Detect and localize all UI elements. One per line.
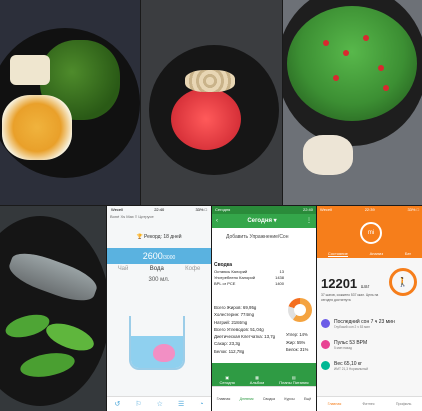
tomato-pieces <box>323 40 329 46</box>
chicken-shape <box>303 135 353 175</box>
stats-icon[interactable]: ◔ <box>199 401 203 408</box>
status-bar: Wecell 22:40 33% □ <box>107 206 211 214</box>
nav-more[interactable]: Ещё <box>304 397 311 401</box>
meal-plans-button[interactable]: ▤ Планы Питания <box>279 375 308 385</box>
food-photo-grapefruit <box>141 0 282 205</box>
nav-home[interactable]: Главная <box>328 402 342 406</box>
macro-donut-chart <box>288 298 312 322</box>
app-bar: ‹ Сегодня ▾ ⋮ <box>212 214 316 228</box>
weight-card[interactable]: Вес 65,10 кг ИМТ 21,3 Нормальный <box>321 361 417 371</box>
menu-icon[interactable]: ☰ <box>178 400 184 408</box>
walker-icon: 🚶 <box>389 268 417 296</box>
amount-value: 2600 <box>142 251 163 261</box>
sleep-text: Последний сон 7 ч 23 мин Глубокий сон 2 ч… <box>334 319 395 329</box>
weight-text: Вес 65,10 кг ИМТ 21,3 Нормальный <box>334 361 368 371</box>
album-label: Альбом <box>249 380 265 385</box>
today-button[interactable]: ▣ Сегодня <box>219 375 234 385</box>
tab-tea[interactable]: Чай <box>118 266 129 272</box>
sleep-icon <box>321 319 330 328</box>
tab-water[interactable]: Вода <box>150 266 164 272</box>
food-photo-fish-peppers <box>0 206 106 411</box>
weight-sub: ИМТ 21,3 Нормальный <box>334 367 369 371</box>
nuts-shape <box>185 70 235 92</box>
action-bar: ▣ Сегодня ▦ Альбом ▤ Планы Питания <box>212 363 316 387</box>
pulse-card[interactable]: Пульс 53 BPM 5 мин назад <box>321 340 417 350</box>
food-photo-eggs-arugula <box>0 0 140 205</box>
nav-profile[interactable]: Профиль <box>396 402 412 406</box>
meal-plans-label: Планы Питания <box>279 380 309 385</box>
nav-summary[interactable]: Сводка <box>263 397 275 401</box>
flag-icon[interactable]: ⚐ <box>135 400 141 408</box>
record-label: 🏆 Рекорд: 18 дней <box>136 234 182 240</box>
nav-fitness[interactable]: Фитнес <box>362 402 374 406</box>
battery-label: 33% □ <box>195 207 207 212</box>
list-item: BPL or PCE 1400 <box>214 281 284 287</box>
macro-percents: Углер: 14% Жир: 55% Белок: 31% <box>286 331 316 354</box>
tab-analysis[interactable]: Анализ <box>370 251 384 257</box>
tab-coffee[interactable]: Кофе <box>185 266 200 272</box>
status-tabs: Состояние Анализ Бег <box>317 251 422 257</box>
bottom-nav: ↺ ⚐ ☆ ☰ ◔ <box>107 396 211 411</box>
nav-diary[interactable]: Дневник <box>240 397 254 401</box>
step-count: 12201 шаг <box>321 276 369 291</box>
carb-percent: Углер: 14% <box>286 332 308 337</box>
water-amount: 2600/3000 <box>107 248 211 264</box>
pulse-sub: 5 мин назад <box>334 346 352 350</box>
sleep-card[interactable]: Последний сон 7 ч 23 мин Глубокий сон 2 ч… <box>321 319 417 329</box>
glass-icon[interactable] <box>129 316 185 370</box>
nav-home[interactable]: Главная <box>217 397 231 401</box>
status-bar: Сегодня 22:40 <box>212 206 316 214</box>
sleep-sub: Глубокий сон 2 ч 53 мин <box>334 325 370 329</box>
tab-status[interactable]: Состояние <box>327 251 348 257</box>
star-icon[interactable]: ☆ <box>157 400 163 408</box>
app-header: Boné Xs Max ≡ Цитрусe <box>110 214 154 219</box>
steps-value: 12201 <box>321 276 358 291</box>
status-left: Сегодня <box>215 207 231 212</box>
amount-goal: /3000 <box>162 255 176 261</box>
status-time: 22:39 <box>364 207 375 212</box>
food-diary-screen: Сегодня 22:40 ‹ Сегодня ▾ ⋮ Добавить Упр… <box>212 206 316 411</box>
row-label: BPL or PCE <box>214 281 236 286</box>
bottom-nav: Главная Фитнес Профиль <box>317 396 422 411</box>
status-bar: Wecell 22:39 33% □ <box>317 206 422 214</box>
more-icon[interactable]: ⋮ <box>306 214 312 228</box>
summary-rows: Остаюсь Калорий 13 Употреблено Калорий 143… <box>214 269 284 287</box>
battery-label: 33% □ <box>407 207 419 212</box>
nav-courses[interactable]: Курсы <box>284 397 294 401</box>
mi-logo: mi <box>360 222 382 244</box>
app-header: Wecell 22:39 33% □ mi Состояние Анализ Б… <box>317 206 422 258</box>
album-button[interactable]: ▦ Альбом <box>250 375 264 385</box>
volume-label: 300 мл. <box>148 277 170 283</box>
mascot-icon <box>153 344 175 362</box>
date-selector[interactable]: Сегодня ▾ <box>247 214 276 228</box>
heart-icon <box>321 340 330 349</box>
carrier-label: Wecell <box>111 207 123 212</box>
steps-subtext: 37 шагов, сожжено 537 ккал. Цель на сего… <box>321 293 379 302</box>
scale-icon <box>321 361 330 370</box>
back-icon[interactable]: ‹ <box>216 214 218 228</box>
water-tracker-screen: Wecell 22:40 33% □ Boné Xs Max ≡ Цитрусe… <box>107 206 211 411</box>
bottom-nav: Главная Дневник Сводка Курсы Ещё <box>212 386 316 411</box>
cheese-shape <box>10 55 50 85</box>
summary-title: Сводка <box>214 262 233 268</box>
status-time: 22:40 <box>154 207 165 212</box>
add-exercise-button[interactable]: Добавить Упражнение/Сон <box>212 234 316 240</box>
eggs-shape <box>2 95 72 160</box>
drink-tabs: Чай Вода Кофе <box>107 266 211 272</box>
history-icon[interactable]: ↺ <box>115 400 121 408</box>
grapefruit-shape <box>171 88 241 150</box>
tab-run[interactable]: Бег <box>405 251 411 257</box>
today-label: Сегодня <box>219 380 235 385</box>
protein-percent: Белок: 31% <box>286 347 309 353</box>
fat-percent: Жир: 55% <box>286 339 306 345</box>
food-photo-salad-chicken <box>283 0 422 205</box>
row-value: 1400 <box>275 281 284 286</box>
dark-plate <box>0 216 106 406</box>
steps-unit: шаг <box>360 284 370 290</box>
fitness-app-screen: Wecell 22:39 33% □ mi Состояние Анализ Б… <box>317 206 422 411</box>
carrier-label: Wecell <box>320 207 332 212</box>
salad-shape <box>287 6 417 121</box>
status-time: 22:40 <box>302 207 313 212</box>
pulse-text: Пульс 53 BPM 5 мин назад <box>334 340 367 350</box>
